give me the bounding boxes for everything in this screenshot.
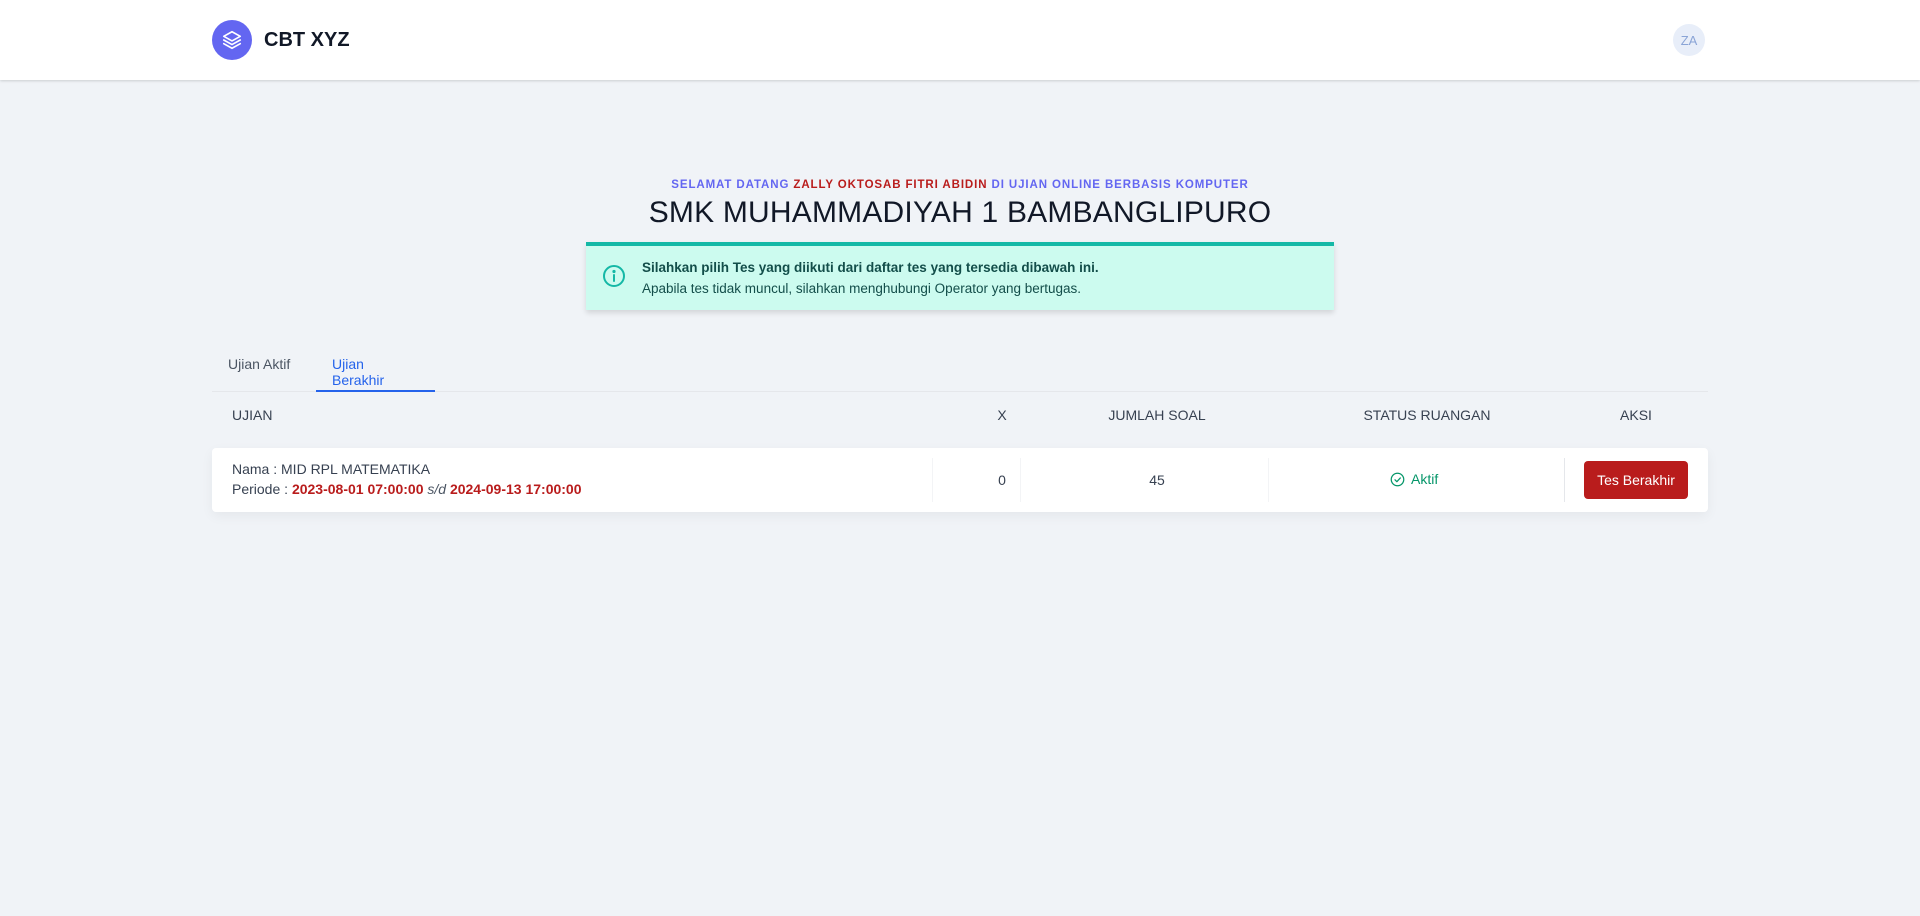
header-jumlah-soal: Jumlah Soal — [1108, 407, 1206, 423]
tab-ujian-berakhir[interactable]: Ujian Berakhir — [316, 350, 435, 392]
welcome-message: Selamat datang Zally Oktosab Fitri Abidi… — [0, 179, 1920, 191]
alert-title: Silahkan pilih Tes yang diikuti dari daf… — [642, 260, 1099, 275]
app-name: CBT XYZ — [264, 28, 350, 51]
column-divider — [1020, 458, 1021, 502]
period-end: 2024-09-13 17:00:00 — [449, 481, 582, 497]
info-alert: Silahkan pilih Tes yang diikuti dari daf… — [586, 242, 1334, 310]
tes-berakhir-button[interactable]: Tes Berakhir — [1584, 461, 1688, 499]
exam-period: Periode : 2023-08-01 07:00:00 s/d 2024-0… — [232, 481, 582, 497]
status-label: Aktif — [1411, 471, 1439, 487]
table-row: Nama : MID RPL MATEMATIKA Periode : 2023… — [212, 448, 1708, 512]
column-divider — [932, 458, 933, 502]
welcome-user: Zally Oktosab Fitri Abidin — [793, 179, 988, 191]
user-avatar[interactable]: ZA — [1673, 24, 1705, 56]
exam-name: Nama : MID RPL MATEMATIKA — [232, 461, 431, 477]
header-status-ruangan: Status Ruangan — [1363, 407, 1491, 423]
tab-ujian-aktif[interactable]: Ujian Aktif — [212, 350, 306, 392]
brand[interactable]: CBT XYZ — [212, 20, 350, 60]
cell-jumlah-soal: 45 — [1149, 472, 1165, 488]
period-separator: s/d — [427, 481, 447, 497]
welcome-suffix: di Ujian Online Berbasis Komputer — [991, 179, 1249, 191]
column-divider — [1564, 458, 1565, 502]
status-badge: Aktif — [1390, 471, 1438, 487]
layers-icon — [212, 20, 252, 60]
column-divider — [1268, 458, 1269, 502]
header-ujian: Ujian — [232, 407, 273, 423]
school-title: SMK MUHAMMADIYAH 1 BAMBANGLIPURO — [648, 196, 1272, 229]
period-label: Periode : — [232, 481, 289, 497]
period-start: 2023-08-01 07:00:00 — [291, 481, 424, 497]
header-x: X — [997, 407, 1007, 423]
table-header: Ujian X Jumlah Soal Status Ruangan Aksi — [212, 403, 1708, 429]
exam-tabs: Ujian Aktif Ujian Berakhir — [212, 350, 1708, 392]
top-navbar: CBT XYZ ZA — [0, 0, 1920, 80]
alert-body: Apabila tes tidak muncul, silahkan mengh… — [642, 281, 1082, 296]
info-icon — [603, 265, 625, 287]
welcome-prefix: Selamat datang — [671, 179, 790, 191]
header-aksi: Aksi — [1620, 407, 1652, 423]
check-circle-icon — [1390, 472, 1405, 486]
